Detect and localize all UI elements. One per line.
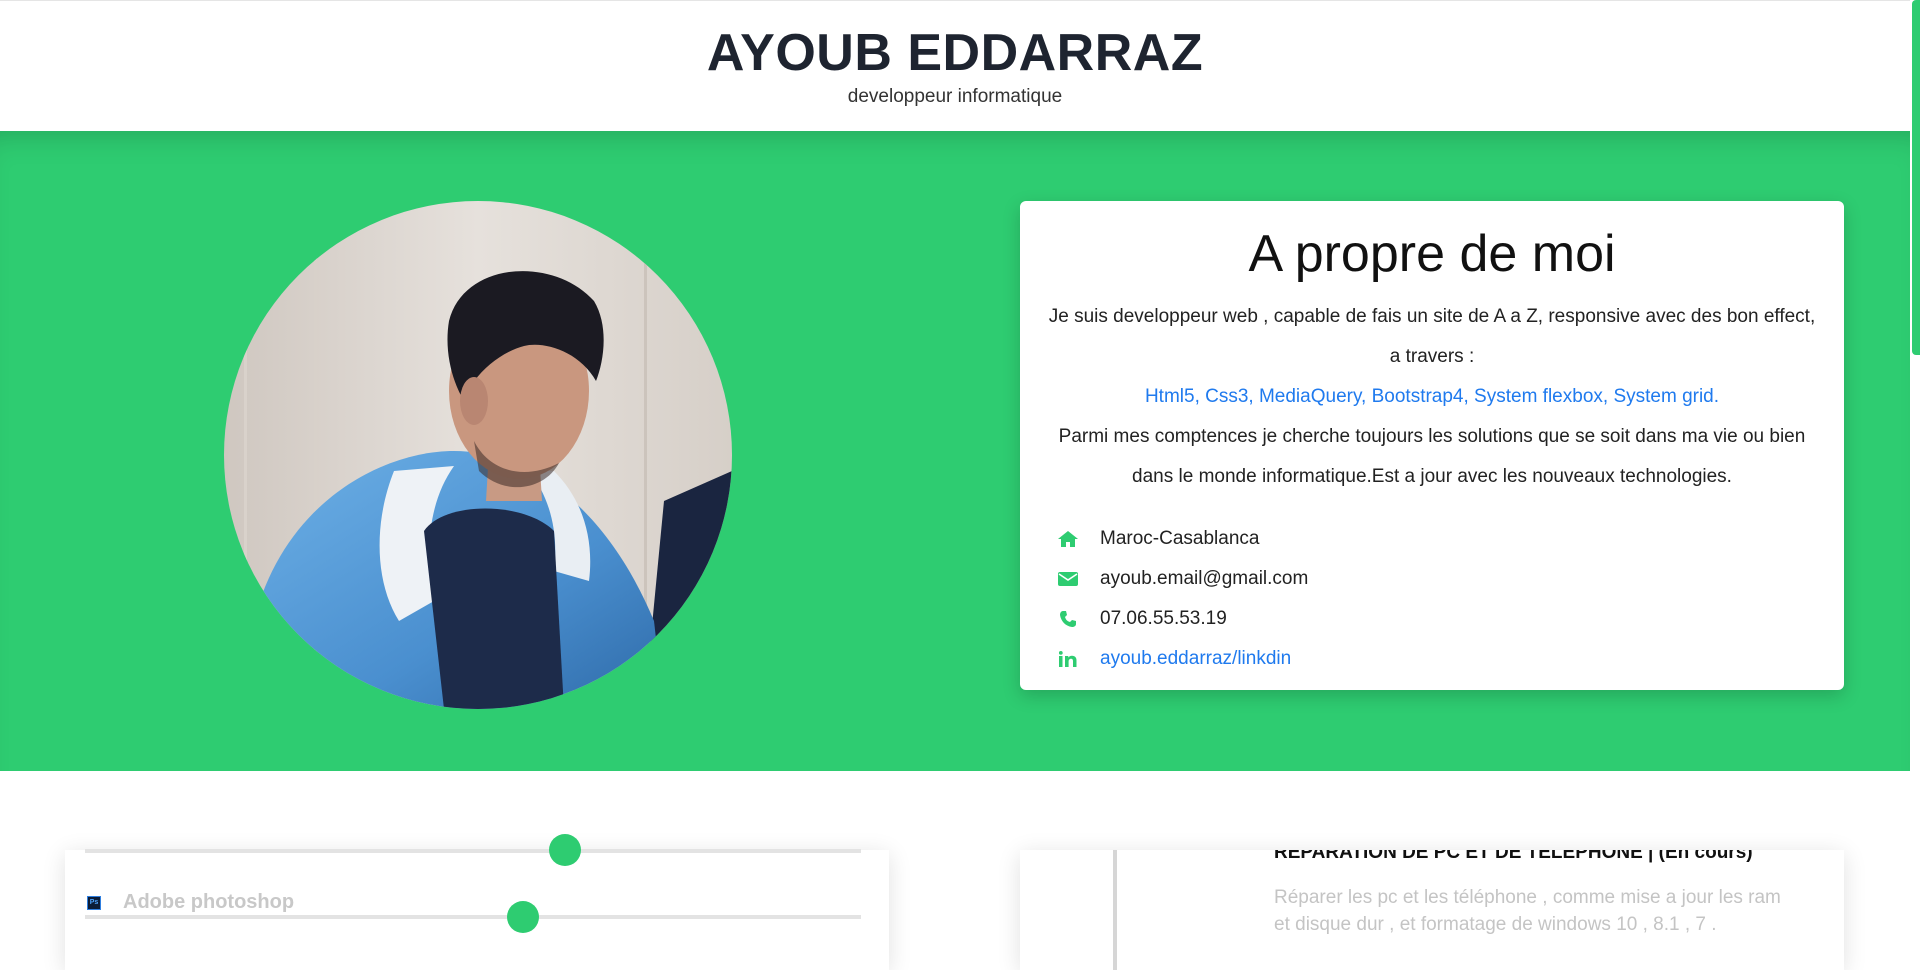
site-owner-name: AYOUB EDDARRAZ	[706, 24, 1204, 82]
linkedin-icon	[1056, 651, 1080, 667]
envelope-icon	[1056, 571, 1080, 587]
scrollbar-thumb[interactable]	[1912, 0, 1920, 355]
skill-slider-knob[interactable]	[549, 834, 581, 866]
photoshop-slider-knob[interactable]	[507, 901, 539, 933]
photoshop-slider-track	[85, 915, 861, 919]
experience-description: Réparer les pc et les téléphone , comme …	[1274, 887, 1781, 935]
skills-card: Ps Adobe photoshop	[65, 834, 889, 970]
about-card: A propre de moi Je suis developpeur web …	[1020, 201, 1844, 690]
contact-item-phone: 07.06.55.53.19	[1056, 599, 1308, 639]
home-icon	[1056, 530, 1080, 548]
site-subtitle: developpeur informatique	[847, 86, 1063, 107]
skill-label-photoshop: Adobe photoshop	[123, 891, 295, 913]
phone-icon	[1056, 610, 1080, 628]
contact-item-linkedin: ayoub.eddarraz/linkdin	[1056, 639, 1308, 679]
profile-photo	[224, 201, 732, 709]
photoshop-icon: Ps	[87, 896, 101, 910]
experience-card: REPARATION DE PC ET DE TELEPHONE | (En c…	[1020, 850, 1844, 970]
hero-section: A propre de moi Je suis developpeur web …	[0, 130, 1910, 771]
about-skills-list: Html5, Css3, MediaQuery, Bootstrap4, Sys…	[1144, 386, 1720, 407]
about-title: A propre de moi	[1248, 225, 1616, 283]
contact-item-email: ayoub.email@gmail.com	[1056, 559, 1308, 599]
about-paragraph: Parmi mes comptences je cherche toujours…	[1058, 426, 1806, 487]
site-header: AYOUB EDDARRAZ developpeur informatique	[0, 0, 1910, 131]
contact-address-text: Maroc-Casablanca	[1100, 528, 1260, 549]
contact-list: Maroc-Casablanca ayoub.email@gmail.com 0…	[1056, 519, 1308, 679]
about-intro: Je suis developpeur web , capable de fai…	[1048, 306, 1816, 367]
experience-title: REPARATION DE PC ET DE TELEPHONE | (En c…	[1274, 850, 1753, 863]
skill-slider-track	[85, 849, 861, 853]
contact-item-address: Maroc-Casablanca	[1056, 519, 1308, 559]
contact-email-text: ayoub.email@gmail.com	[1100, 568, 1309, 589]
linkedin-link[interactable]: ayoub.eddarraz/linkdin	[1100, 648, 1291, 670]
contact-phone-text: 07.06.55.53.19	[1100, 608, 1227, 629]
timeline-line	[1113, 850, 1117, 970]
